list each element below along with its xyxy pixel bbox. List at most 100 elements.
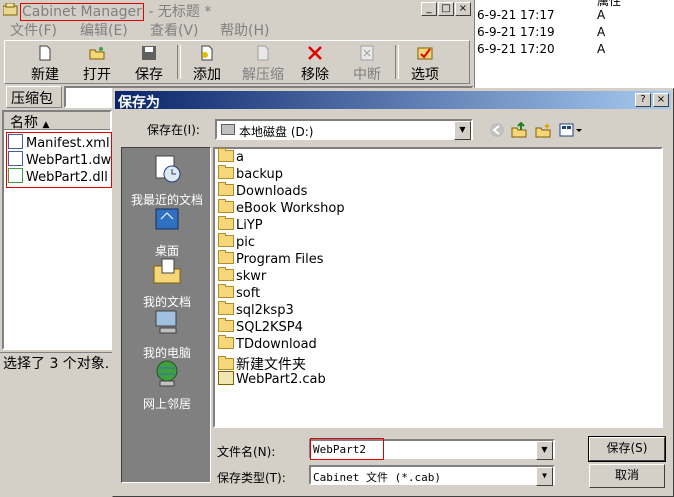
place-desktop[interactable]: 桌面: [122, 205, 212, 259]
help-button[interactable]: ?: [635, 93, 651, 107]
list-item[interactable]: SQL2KSP4: [218, 318, 303, 337]
list-item[interactable]: Manifest.xml: [8, 134, 110, 151]
archive-label: 压缩包: [6, 86, 62, 108]
place-my-computer[interactable]: 我的电脑: [122, 307, 212, 361]
folder-icon: [218, 165, 234, 179]
cabinet-app-icon: [2, 2, 18, 16]
log-panel: 属性 6-9-21 17:17 A 6-9-21 17:19 A 6-9-21 17…: [474, 0, 674, 88]
my-documents-icon: [153, 258, 181, 284]
my-computer-icon: [155, 310, 177, 334]
recent-documents-icon: [155, 155, 181, 183]
desktop-icon: [155, 208, 179, 230]
extract-button[interactable]: 解压缩: [235, 43, 291, 83]
drive-icon: [221, 124, 235, 135]
list-item[interactable]: 新建文件夹: [218, 354, 306, 373]
log-row: 6-9-21 17:20 A: [477, 42, 606, 56]
folder-icon: [218, 233, 234, 247]
log-row: 6-9-21 17:19 A: [477, 25, 606, 39]
app-titlebar: Cabinet Manager - 无标题 * _ □ ×: [0, 0, 474, 21]
save-in-dropdown[interactable]: 本地磁盘 (D:) ▼: [215, 119, 473, 140]
back-icon[interactable]: [489, 122, 505, 138]
folder-icon: [218, 356, 234, 370]
list-item[interactable]: TDdownload: [218, 335, 317, 354]
folder-icon: [218, 335, 234, 349]
list-item[interactable]: WebPart1.dwp: [8, 151, 120, 168]
up-folder-icon[interactable]: [511, 122, 527, 138]
dialog-close-button[interactable]: ×: [653, 93, 669, 107]
archive-file-list[interactable]: 名称 ▲ Manifest.xml WebPart1.dwp WebPart2.…: [2, 110, 120, 350]
folder-icon: [218, 216, 234, 230]
folder-icon: [218, 284, 234, 298]
column-header-name[interactable]: 名称 ▲: [4, 112, 110, 131]
save-button[interactable]: 保存(S): [588, 436, 666, 462]
dialog-title: 保存为: [118, 95, 160, 111]
log-row: 6-9-21 17:17 A: [477, 8, 606, 22]
list-item[interactable]: WebPart2.dll: [8, 168, 108, 185]
folder-icon: [218, 199, 234, 213]
extract-icon: [257, 45, 269, 61]
dll-file-icon: [8, 168, 23, 183]
folder-icon: [218, 148, 234, 162]
new-document-icon: [39, 45, 51, 61]
folder-icon: [218, 250, 234, 264]
menu-edit[interactable]: 编辑(E): [80, 20, 128, 40]
stop-icon: [360, 45, 374, 61]
list-item[interactable]: backup: [218, 165, 283, 184]
list-item[interactable]: sql2ksp3: [218, 301, 294, 320]
list-item[interactable]: Program Files: [218, 250, 324, 269]
status-bar: 选择了 3 个对象.: [0, 352, 112, 372]
view-menu-icon[interactable]: [559, 122, 583, 138]
cab-file-icon: [218, 371, 234, 385]
save-toolbar-button[interactable]: 保存: [125, 43, 173, 83]
dwp-file-icon: [8, 151, 23, 166]
folder-icon: [218, 318, 234, 332]
add-file-icon: [201, 45, 213, 61]
place-recent[interactable]: 我最近的文档: [122, 154, 212, 208]
app-title-doc: - 无标题 *: [143, 4, 212, 20]
maximize-button[interactable]: □: [438, 2, 454, 16]
menu-bar: 文件(F) 编辑(E) 查看(V) 帮助(H): [0, 19, 474, 39]
toolbar-separator: [395, 45, 399, 79]
place-network[interactable]: 网上邻居: [122, 358, 212, 412]
remove-x-icon: [308, 46, 322, 60]
new-folder-icon[interactable]: [535, 122, 551, 138]
menu-view[interactable]: 查看(V): [150, 20, 199, 40]
list-item[interactable]: WebPart2.cab: [218, 371, 326, 388]
folder-contents-list[interactable]: a backup Downloads eBook Workshop LiYP p…: [213, 147, 663, 428]
filename-highlight-box: [310, 438, 384, 460]
place-my-documents[interactable]: 我的文档: [122, 256, 212, 310]
save-as-dialog: 保存为 ? × 保存在(I): 本地磁盘 (D:) ▼ 我最近的文档 桌面 我的…: [112, 88, 674, 497]
stop-button[interactable]: 中断: [343, 43, 391, 83]
options-button[interactable]: 选项: [401, 43, 449, 83]
open-button[interactable]: 打开: [73, 43, 121, 83]
chevron-down-icon[interactable]: ▼: [536, 467, 553, 486]
network-globe-icon: [156, 360, 178, 387]
floppy-disk-icon: [142, 46, 156, 60]
remove-button[interactable]: 移除: [291, 43, 339, 83]
list-item[interactable]: eBook Workshop: [218, 199, 345, 218]
toolbar: 新建 打开 保存 添加 解压缩 移除 中断 选项: [4, 40, 470, 84]
filetype-label: 保存类型(T):: [217, 471, 286, 485]
add-button[interactable]: 添加: [183, 43, 231, 83]
dialog-titlebar: 保存为 ? ×: [115, 91, 671, 111]
chevron-down-icon[interactable]: ▼: [454, 121, 471, 140]
folder-icon: [218, 182, 234, 196]
filename-label: 文件名(N):: [217, 445, 276, 459]
cancel-button[interactable]: 取消: [589, 464, 665, 488]
open-folder-icon: [89, 47, 105, 60]
list-item[interactable]: Downloads: [218, 182, 307, 201]
minimize-button[interactable]: _: [421, 2, 437, 16]
toolbar-separator: [177, 45, 181, 79]
close-button[interactable]: ×: [455, 2, 471, 16]
folder-icon: [218, 267, 234, 281]
filetype-dropdown[interactable]: Cabinet 文件 (*.cab) ▼: [309, 465, 555, 486]
menu-help[interactable]: 帮助(H): [220, 20, 269, 40]
new-button[interactable]: 新建: [21, 43, 69, 83]
save-in-label: 保存在(I):: [147, 123, 200, 137]
sort-ascending-icon: ▲: [42, 120, 50, 130]
menu-file[interactable]: 文件(F): [10, 20, 57, 40]
places-bar: 我最近的文档 桌面 我的文档 我的电脑 网上邻居: [121, 147, 211, 483]
options-icon: [417, 47, 433, 60]
xml-file-icon: [8, 134, 23, 149]
chevron-down-icon[interactable]: ▼: [536, 441, 553, 460]
